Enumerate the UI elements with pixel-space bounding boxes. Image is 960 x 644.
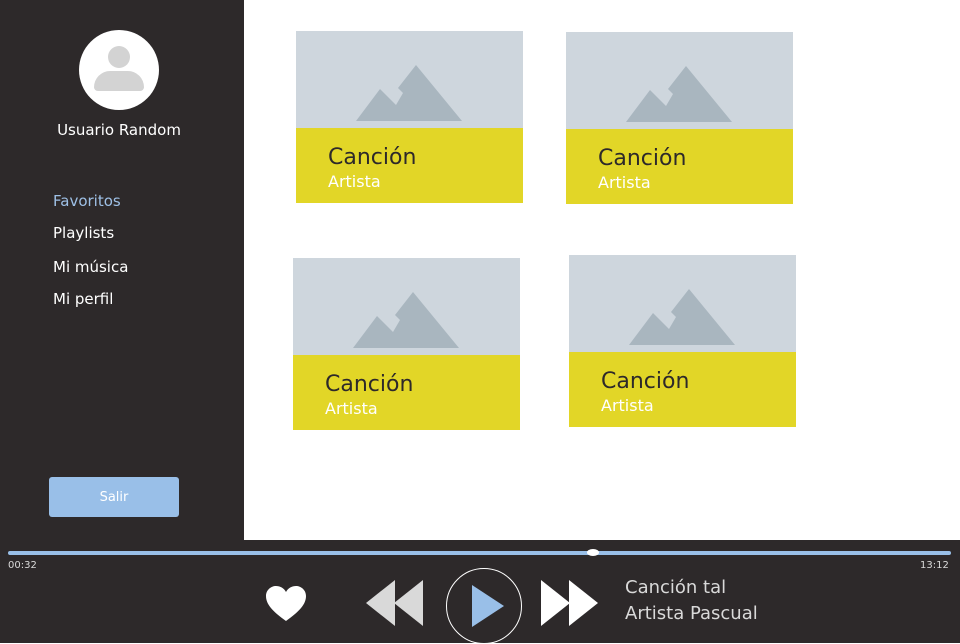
song-card[interactable]: Canción Artista <box>566 32 793 204</box>
progress-handle[interactable] <box>586 549 599 556</box>
elapsed-time: 00:32 <box>8 560 37 571</box>
song-title: Canción <box>325 372 414 397</box>
user-avatar-icon[interactable] <box>79 30 159 110</box>
image-placeholder-icon <box>353 292 459 348</box>
nav-item-playlists[interactable]: Playlists <box>53 224 114 242</box>
nav-item-favoritos[interactable]: Favoritos <box>53 192 121 210</box>
fast-forward-icon[interactable] <box>541 580 599 626</box>
image-placeholder-icon <box>356 65 462 121</box>
song-artist: Artista <box>598 173 651 192</box>
progress-bar[interactable] <box>8 551 951 555</box>
player-bar: 00:32 13:12 Canción tal Artista Pascual <box>0 540 960 644</box>
total-time: 13:12 <box>920 560 949 571</box>
avatar-body <box>94 71 144 91</box>
logout-button[interactable]: Salir <box>49 477 179 517</box>
song-thumbnail <box>566 32 793 129</box>
song-title: Canción <box>601 369 690 394</box>
heart-icon[interactable] <box>266 586 306 622</box>
now-playing-artist: Artista Pascual <box>625 603 758 624</box>
play-icon <box>472 585 504 627</box>
song-title: Canción <box>328 145 417 170</box>
song-thumbnail <box>296 31 523 128</box>
now-playing-title: Canción tal <box>625 577 727 598</box>
sidebar: Usuario Random Favoritos Playlists Mi mú… <box>0 0 244 540</box>
avatar-head <box>108 46 130 68</box>
nav-item-mi-perfil[interactable]: Mi perfil <box>53 290 113 308</box>
song-artist: Artista <box>601 396 654 415</box>
rewind-icon[interactable] <box>366 580 424 626</box>
song-artist: Artista <box>325 399 378 418</box>
nav-item-mi-musica[interactable]: Mi música <box>53 258 128 276</box>
song-card[interactable]: Canción Artista <box>569 255 796 427</box>
song-card[interactable]: Canción Artista <box>296 31 523 203</box>
image-placeholder-icon <box>629 289 735 345</box>
song-artist: Artista <box>328 172 381 191</box>
song-title: Canción <box>598 146 687 171</box>
song-card[interactable]: Canción Artista <box>293 258 520 430</box>
image-placeholder-icon <box>626 66 732 122</box>
username: Usuario Random <box>57 121 181 139</box>
song-thumbnail <box>293 258 520 355</box>
play-button[interactable] <box>446 568 522 644</box>
song-thumbnail <box>569 255 796 352</box>
